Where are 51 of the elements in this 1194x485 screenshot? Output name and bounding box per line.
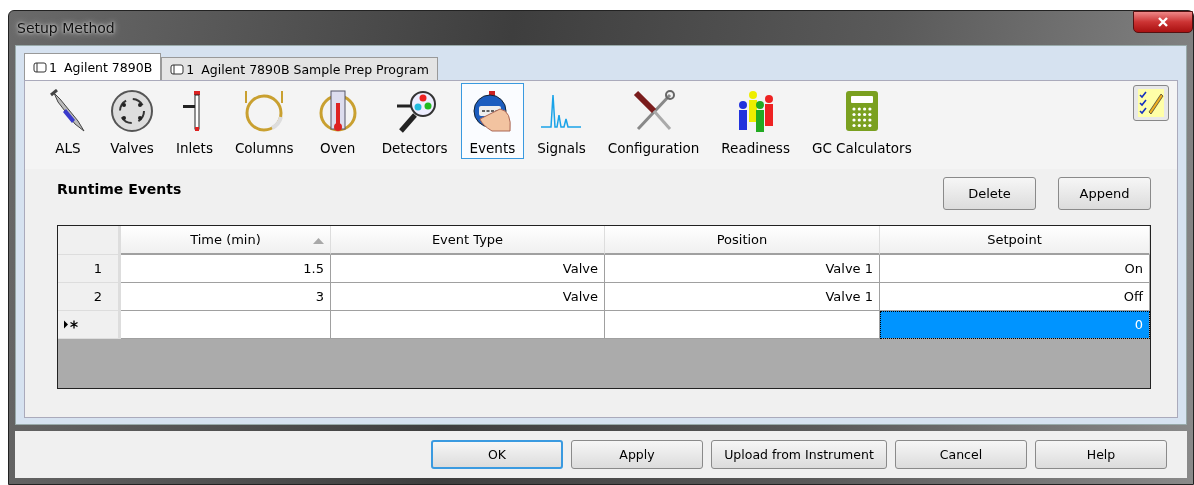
toolbar-item[interactable]: Events (460, 83, 525, 159)
toolbar-item[interactable]: Detectors (372, 83, 457, 159)
column-header[interactable]: Setpoint (880, 226, 1150, 255)
grid-corner-cell (58, 226, 121, 255)
column-header[interactable]: Position (605, 226, 880, 255)
new-row-icon (64, 320, 78, 329)
table-cell[interactable]: Valve 1 (605, 283, 880, 311)
table-cell[interactable]: 1.5 (121, 255, 331, 283)
toolbar-item[interactable]: Inlets (167, 83, 222, 159)
valve-icon (110, 89, 154, 133)
table-cell[interactable]: Valve 1 (605, 255, 880, 283)
toolbar-item[interactable]: Configuration (598, 83, 709, 159)
calculator-icon (844, 89, 879, 133)
section-title: Runtime Events (57, 181, 182, 197)
toolbar-item[interactable]: Readiness (712, 83, 799, 159)
row-header[interactable]: 1 (58, 255, 121, 283)
table-cell[interactable]: On (880, 255, 1150, 283)
instrument-tab[interactable]: 1 Agilent 7890B (24, 53, 162, 80)
tools-icon (631, 89, 676, 133)
row-header[interactable]: 2 (58, 283, 121, 311)
close-button[interactable] (1133, 11, 1193, 33)
table-cell[interactable] (331, 311, 605, 339)
toolbar-item[interactable]: ALS (39, 83, 97, 159)
column-header[interactable]: Time (min) (121, 226, 331, 255)
table-cell[interactable]: Valve (331, 283, 605, 311)
dialog-button[interactable]: Cancel (895, 440, 1027, 469)
table-cell[interactable]: Off (880, 283, 1150, 311)
table-cell[interactable]: Valve (331, 255, 605, 283)
toolbar-item[interactable]: Oven (306, 83, 369, 159)
dialog-button[interactable]: Apply (571, 440, 703, 469)
window-title: Setup Method (17, 20, 115, 36)
close-icon (1157, 17, 1169, 27)
toolbar-item[interactable]: GC Calculators (802, 83, 921, 159)
table-cell[interactable] (121, 311, 331, 339)
checklist-pencil-icon (1137, 88, 1165, 118)
toolbar-item[interactable]: Signals (528, 83, 595, 159)
instrument-icon (170, 63, 185, 75)
grid-action-button[interactable]: Append (1058, 177, 1151, 210)
grid-action-button[interactable]: Delete (943, 177, 1036, 210)
dialog-button[interactable]: Help (1035, 440, 1167, 469)
toolbar-item[interactable]: Columns (225, 83, 303, 159)
dialog-button[interactable]: OK (431, 440, 563, 469)
dialog-button[interactable]: Upload from Instrument (711, 440, 887, 469)
instrument-tab[interactable]: 1 Agilent 7890B Sample Prep Program (161, 57, 438, 80)
instrument-icon (33, 61, 47, 73)
row-header[interactable] (58, 311, 121, 339)
toolbar-item[interactable]: Valves (101, 83, 163, 159)
checklist-button[interactable] (1133, 85, 1169, 121)
column-header[interactable]: Event Type (331, 226, 605, 255)
table-cell[interactable] (605, 311, 880, 339)
table-cell[interactable]: 3 (121, 283, 331, 311)
